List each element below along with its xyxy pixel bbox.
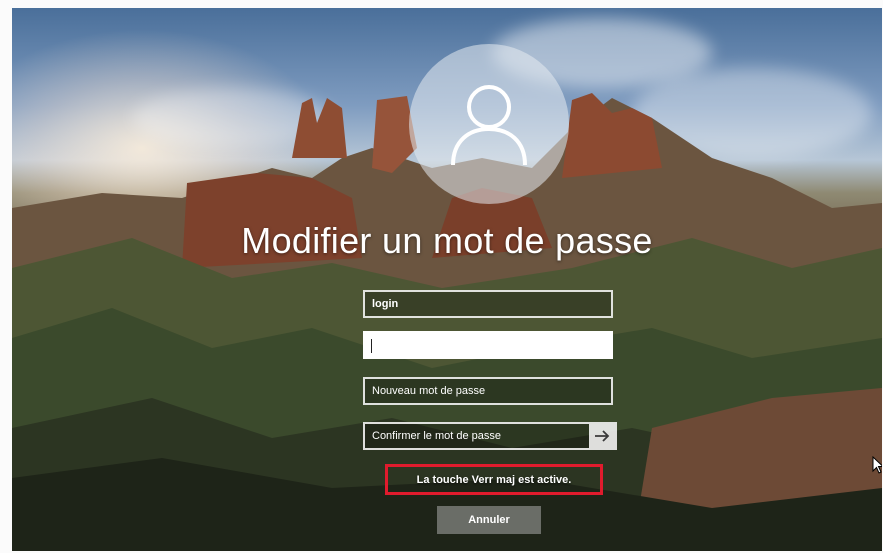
- new-password-field[interactable]: Nouveau mot de passe: [363, 377, 613, 405]
- caps-lock-warning: La touche Verr maj est active.: [385, 464, 603, 495]
- user-avatar: [409, 44, 569, 204]
- confirm-password-placeholder: Confirmer le mot de passe: [372, 430, 501, 442]
- submit-button[interactable]: [589, 424, 615, 448]
- current-password-field[interactable]: [363, 331, 613, 359]
- text-caret: [371, 339, 372, 353]
- lock-screen: Modifier un mot de passe login Nouveau m…: [12, 8, 882, 551]
- login-field[interactable]: login: [363, 290, 613, 318]
- arrow-right-icon: [595, 430, 610, 442]
- mouse-pointer-icon: [872, 456, 882, 474]
- user-avatar-icon: [451, 85, 527, 166]
- cancel-button[interactable]: Annuler: [437, 506, 541, 534]
- page-title: Modifier un mot de passe: [241, 220, 653, 261]
- confirm-password-field[interactable]: Confirmer le mot de passe: [363, 422, 617, 450]
